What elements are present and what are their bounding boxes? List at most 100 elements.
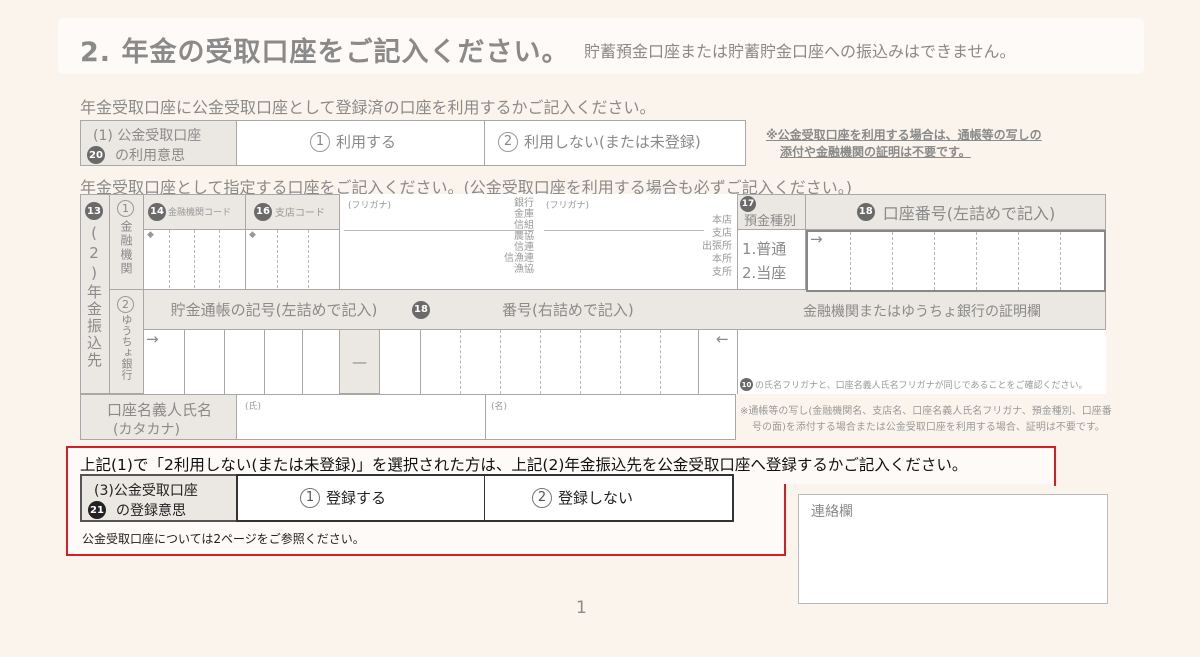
deposit-ordinary[interactable]: 1.普通 xyxy=(742,238,786,259)
holder-label-1: 口座名義人氏名 xyxy=(107,401,213,419)
holder-note-2: 号の面)を添付する場合または公金受取口座を利用する場合、証明は不要です。 xyxy=(752,422,1105,433)
row2-number: 2 xyxy=(117,296,134,313)
bank-type-item: 金庫 xyxy=(514,209,534,220)
bank-type-item: 農協 xyxy=(514,231,534,242)
branch-type-item: 本店 xyxy=(712,215,732,226)
holder-name-input[interactable]: (氏) (名) xyxy=(236,394,736,440)
certification-note: の氏名フリガナと、口座名義人氏名フリガナが同じであることをご確認ください。 xyxy=(755,381,1088,391)
account-number-input[interactable]: → xyxy=(806,230,1106,292)
furigana-branch: (フリガナ) xyxy=(546,201,590,211)
bank-type-item: 信組 xyxy=(514,220,534,231)
arrow-left-icon: ← xyxy=(716,330,729,348)
divider xyxy=(484,475,485,521)
usage-intent-label-2: の利用意思 xyxy=(115,148,185,164)
passbook-number-label: 番号(右詰めで記入) xyxy=(502,301,634,319)
bank-type-list: 銀行 金庫 信組 農協 信連 信漁連 漁協 xyxy=(488,198,534,275)
badge-20: 20 xyxy=(87,146,105,164)
divider xyxy=(484,121,485,165)
option-use-number: 1 xyxy=(310,131,330,152)
passbook-number-header: 18 番号(右詰めで記入) xyxy=(404,290,738,330)
option-not-use[interactable]: 2 利用しない(または未登録) xyxy=(498,131,701,152)
section3-instruction: 上記(1)で「2利用しない(または未登録)」を選択された方は、上記(2)年金振込… xyxy=(80,456,968,474)
branch-code-header: 16 支店コード xyxy=(246,194,340,230)
deposit-type-options[interactable]: 1.普通 2.当座 xyxy=(738,230,806,290)
dash-separator: — xyxy=(340,330,380,394)
registration-footnote: 公金受取口座については2ページをご参照ください。 xyxy=(82,532,365,546)
section1-instruction: 年金受取口座に公金受取口座として登録済の口座を利用するかご記入ください。 xyxy=(80,98,656,117)
arrow-right-icon: → xyxy=(810,230,823,248)
dash-glyph: — xyxy=(352,353,367,371)
deposit-type-header: 17 預金種別 xyxy=(738,194,806,230)
bank-type-item: 信漁連 xyxy=(504,253,534,264)
passbook-symbol-header: 貯金通帳の記号(左詰めで記入) xyxy=(144,290,404,330)
contact-label: 連絡欄 xyxy=(811,504,853,520)
registration-label-2: の登録意思 xyxy=(116,503,186,519)
badge-21: 21 xyxy=(88,501,106,519)
holder-note-1: ※通帳等の写し(金融機関名、支店名、口座名義人氏名フリガナ、預金種別、口座番 xyxy=(740,406,1112,417)
option-use[interactable]: 1 利用する xyxy=(310,131,396,152)
side-label-column: 13 (2)年金振込先 xyxy=(80,194,110,394)
branch-type-list: 本店支店出張所本所支所 xyxy=(686,214,732,279)
option-not-register-label: 登録しない xyxy=(558,489,634,507)
passbook-symbol-input[interactable]: → xyxy=(144,330,340,394)
holder-label-2: (カタカナ) xyxy=(113,422,180,438)
usage-note-1: ※公金受取口座を利用する場合は、通帳等の写しの xyxy=(766,128,1042,142)
option-use-label: 利用する xyxy=(336,133,397,151)
surname-label: (氏) xyxy=(245,402,262,412)
bank-type-item: 漁協 xyxy=(514,264,534,275)
row2-label: 2 ゆうちょ銀行 xyxy=(110,290,144,394)
option-not-use-label: 利用しない(または未登録) xyxy=(524,133,701,151)
usage-intent-label-cell: (1) 公金受取口座 20 の利用意思 xyxy=(80,120,238,166)
option-not-register-number: 2 xyxy=(532,487,552,508)
deposit-type-label: 預金種別 xyxy=(744,214,797,229)
badge-18: 18 xyxy=(856,202,875,221)
bank-code-header: 14 金融機関コード xyxy=(144,194,246,230)
certification-header: 金融機関またはゆうちょ銀行の証明欄 xyxy=(738,292,1106,330)
contact-box[interactable]: 連絡欄 xyxy=(798,494,1108,604)
branch-code-label: 支店コード xyxy=(275,208,325,219)
passbook-symbol-label: 貯金通帳の記号(左詰めで記入) xyxy=(170,301,378,319)
registration-label-cell: (3)公金受取口座 21 の登録意思 xyxy=(80,474,238,522)
option-register-label: 登録する xyxy=(326,489,387,507)
side-label: (2)年金振込先 xyxy=(85,224,103,369)
furigana-bank: (フリガナ) xyxy=(348,201,392,211)
option-register[interactable]: 1 登録する xyxy=(300,487,386,508)
bank-type-item: 銀行 xyxy=(514,198,534,209)
usage-intent-label-1: (1) 公金受取口座 xyxy=(93,128,202,144)
row2-text: ゆうちょ銀行 xyxy=(120,314,133,380)
bank-type-item: 信連 xyxy=(514,242,534,253)
page-number: 1 xyxy=(576,598,587,618)
bank-code-input[interactable]: ◆ xyxy=(144,230,246,290)
badge-18b: 18 xyxy=(412,300,430,319)
badge-13: 13 xyxy=(85,202,103,220)
branch-type-item: 支店 xyxy=(712,228,732,239)
row1-number: 1 xyxy=(117,200,134,217)
registration-label-1: (3)公金受取口座 xyxy=(94,483,198,499)
usage-note-2: 添付や金融機関の証明は不要です。 xyxy=(780,145,971,159)
deposit-checking[interactable]: 2.当座 xyxy=(742,262,786,283)
row1-label: 1 金融機関 xyxy=(110,194,144,290)
option-not-use-number: 2 xyxy=(498,131,518,152)
badge-16: 16 xyxy=(254,202,272,221)
bank-name-input[interactable]: (フリガナ) (フリガナ) 銀行 金庫 信組 農協 信連 信漁連 漁協 本店支店出張所本所支… xyxy=(340,194,738,290)
branch-type-item: 支所 xyxy=(712,267,732,278)
bank-code-label: 金融機関コード xyxy=(168,208,232,218)
branch-type-item: 出張所 xyxy=(702,241,732,252)
option-not-register[interactable]: 2 登録しない xyxy=(532,487,633,508)
account-number-label: 口座番号(左詰めで記入) xyxy=(882,203,1056,223)
badge-10: 10 xyxy=(740,378,753,391)
arrow-right-icon: → xyxy=(146,330,159,348)
holder-label-cell: 口座名義人氏名 (カタカナ) xyxy=(80,394,238,440)
given-name-label: (名) xyxy=(491,402,508,412)
account-number-header: 18 口座番号(左詰めで記入) xyxy=(806,194,1106,230)
section-title: 2. 年金の受取口座をご記入ください。 xyxy=(80,37,570,68)
passbook-number-input[interactable]: ← xyxy=(380,330,738,394)
row1-text: 金融機関 xyxy=(119,220,133,276)
certification-label: 金融機関またはゆうちょ銀行の証明欄 xyxy=(803,303,1041,320)
branch-type-item: 本所 xyxy=(712,254,732,265)
branch-code-input[interactable]: ◆ xyxy=(246,230,340,290)
option-register-number: 1 xyxy=(300,487,320,508)
certification-area[interactable]: 10 の氏名フリガナと、口座名義人氏名フリガナが同じであることをご確認ください。 xyxy=(738,330,1106,394)
section-note: 貯蓄預金口座または貯蓄貯金口座への振込みはできません。 xyxy=(584,42,1016,61)
badge-14: 14 xyxy=(148,202,166,221)
